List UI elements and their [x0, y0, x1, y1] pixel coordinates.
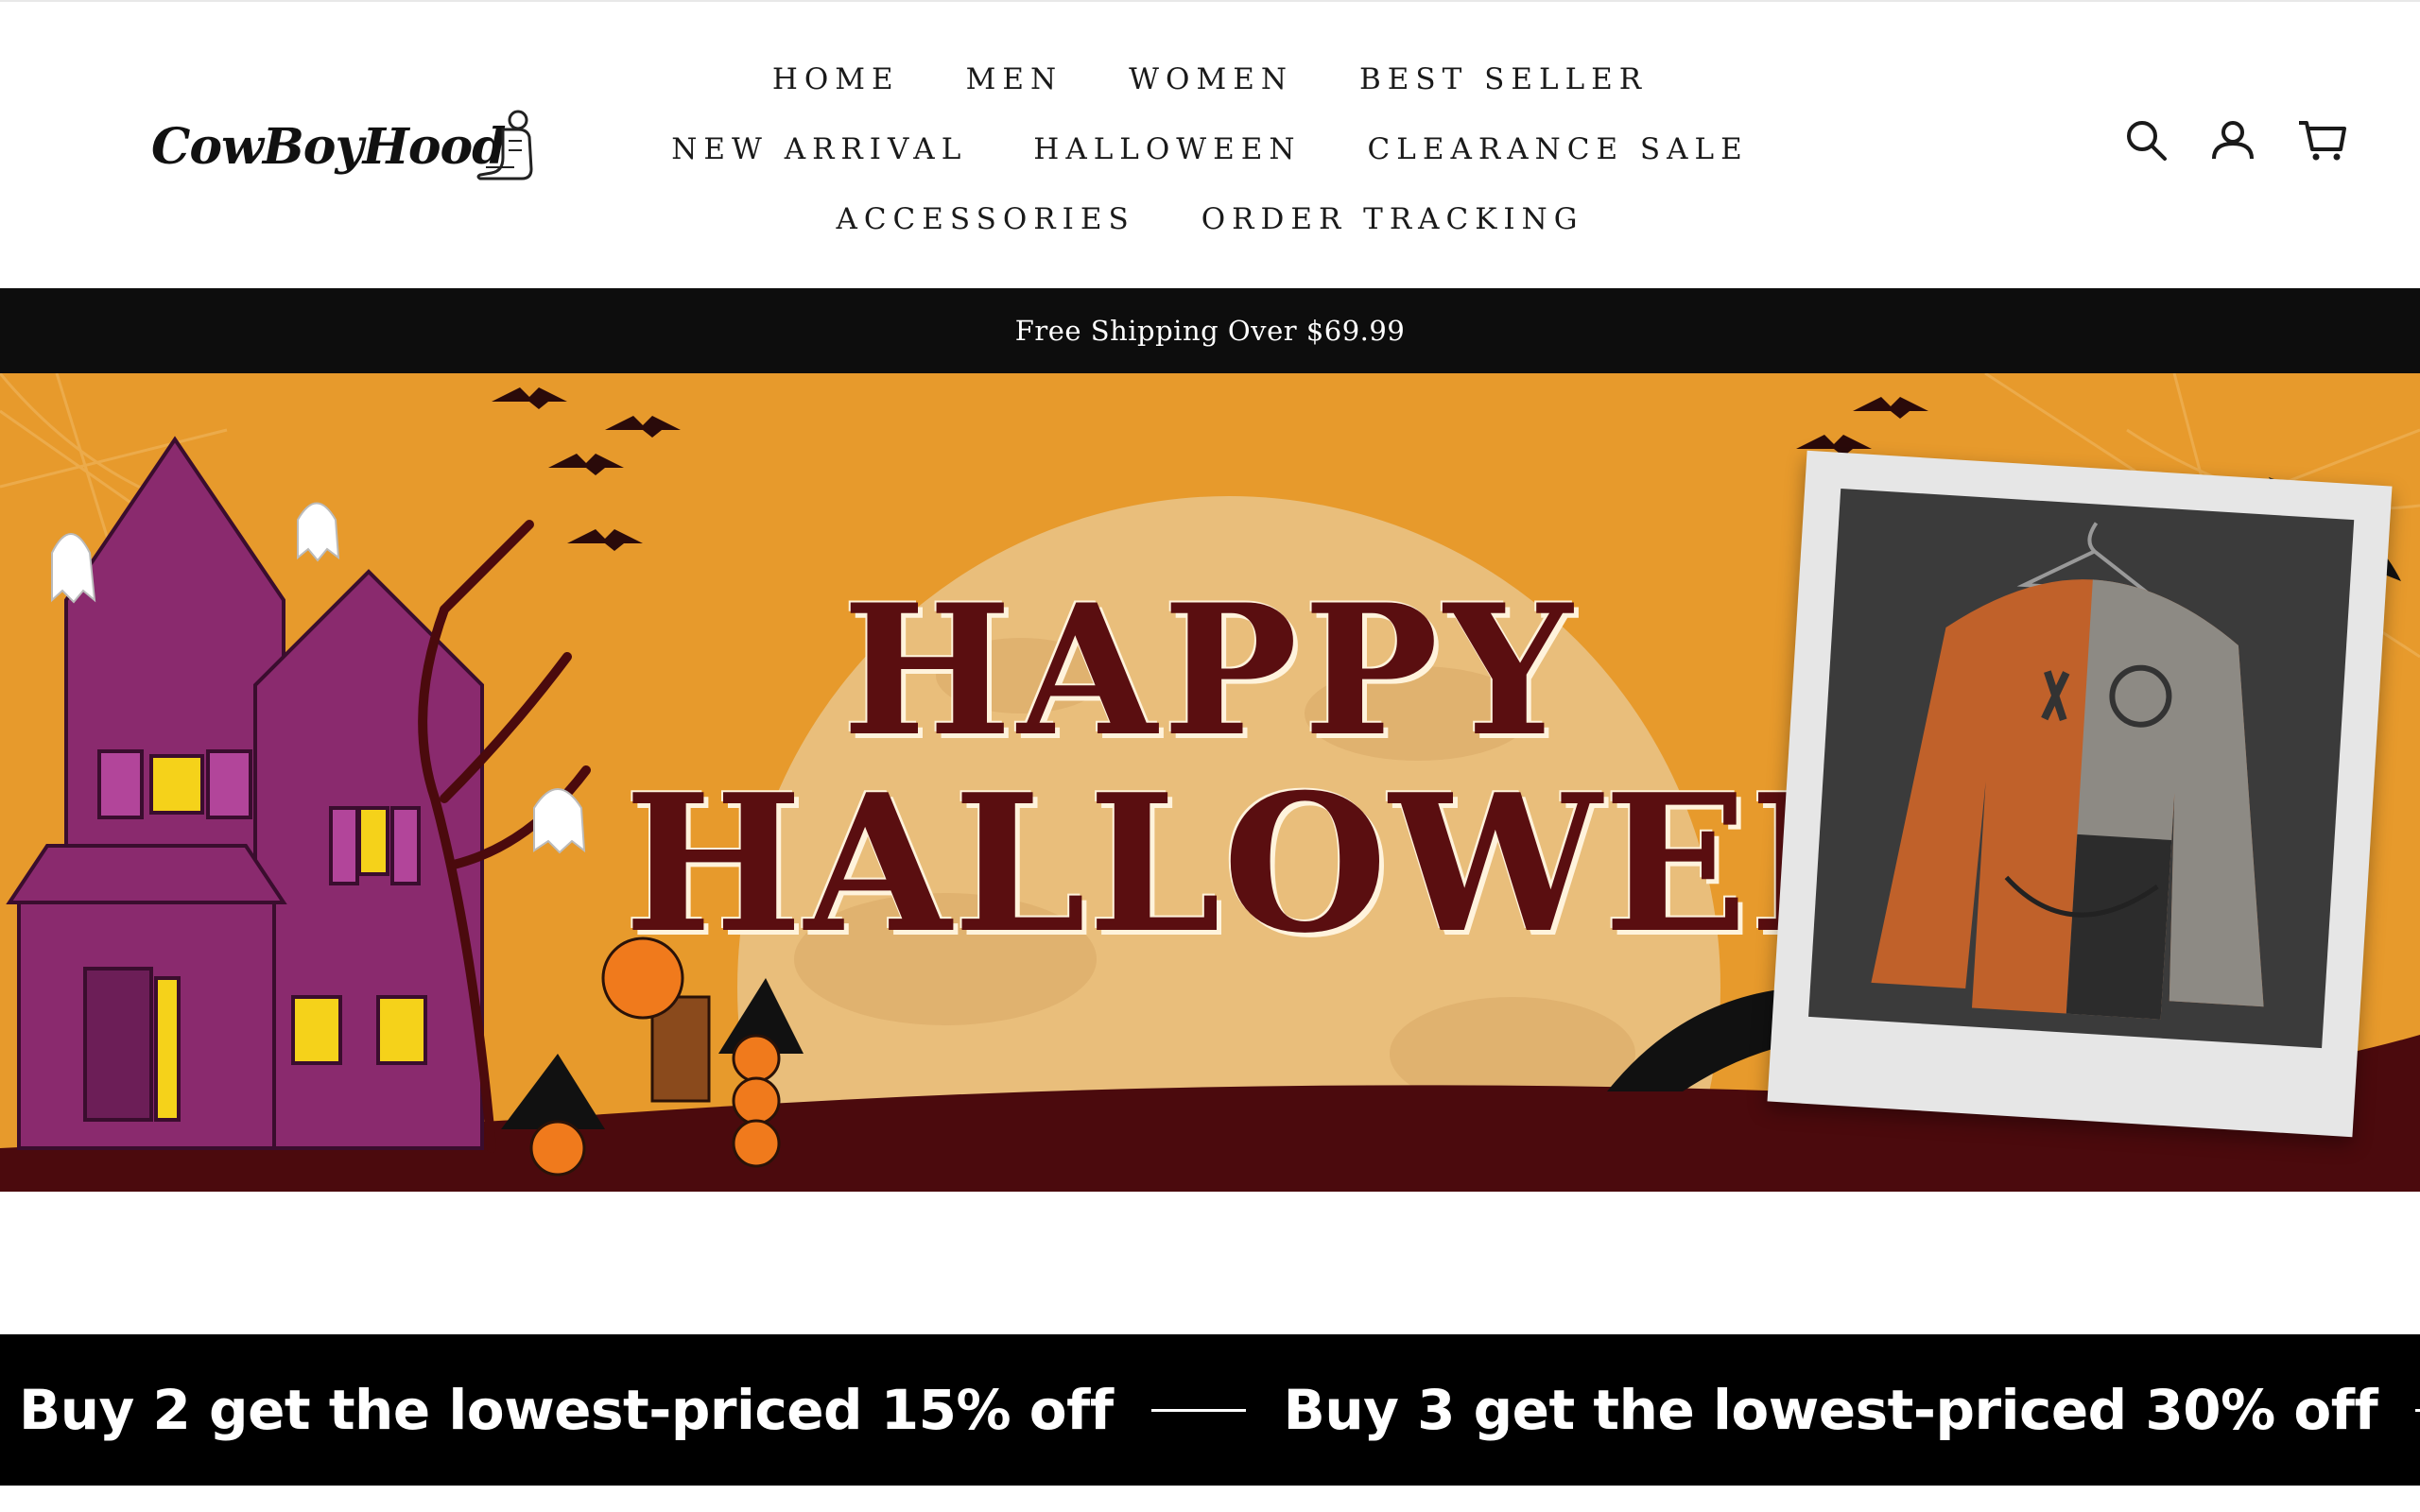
account-icon[interactable] — [2210, 117, 2256, 163]
site-header: CowBoyHood HOME MEN WOMEN BEST SELLER NE… — [0, 0, 2420, 288]
hero-banner[interactable]: HAPPY HALLOWEEN — [0, 373, 2420, 1192]
nav-order-tracking[interactable]: ORDER TRACKING — [1201, 202, 1584, 236]
nav-row-1: HOME MEN WOMEN BEST SELLER — [662, 44, 1758, 114]
cowboy-boot-icon — [476, 110, 533, 180]
nav-accessories[interactable]: ACCESSORIES — [836, 202, 1134, 236]
brand-logo[interactable]: CowBoyHood — [142, 101, 548, 196]
hero-line-1: HAPPY — [841, 565, 1579, 776]
cart-icon[interactable] — [2297, 117, 2346, 163]
announcement-text: Free Shipping Over $69.99 — [1014, 315, 1406, 347]
announcement-bar: Free Shipping Over $69.99 — [0, 288, 2420, 373]
nav-clearance-sale[interactable]: CLEARANCE SALE — [1368, 132, 1749, 166]
promo-text-2: Buy 3 get the lowest-priced 30% off — [1283, 1378, 2378, 1442]
nav-row-3: ACCESSORIES ORDER TRACKING — [662, 184, 1758, 254]
nav-row-2: NEW ARRIVAL HALLOWEEN CLEARANCE SALE — [662, 114, 1758, 184]
promo-separator — [2415, 1408, 2420, 1412]
hero-headline: HAPPY HALLOWEEN — [624, 565, 2070, 975]
nav-new-arrival[interactable]: NEW ARRIVAL — [671, 132, 967, 166]
promo-text-1: Buy 2 get the lowest-priced 15% off — [19, 1378, 1114, 1442]
promo-marquee: Buy 2 get the lowest-priced 15% off Buy … — [0, 1334, 2420, 1486]
nav-men[interactable]: MEN — [966, 62, 1063, 96]
nav-best-seller[interactable]: BEST SELLER — [1359, 62, 1648, 96]
nav-women[interactable]: WOMEN — [1129, 62, 1293, 96]
search-icon[interactable] — [2123, 117, 2169, 163]
nav-halloween[interactable]: HALLOWEEN — [1033, 132, 1301, 166]
promo-separator — [1150, 1408, 1246, 1412]
product-polaroid[interactable] — [1767, 450, 2393, 1138]
main-nav: HOME MEN WOMEN BEST SELLER NEW ARRIVAL H… — [662, 44, 1758, 254]
hero-line-2: HALLOWEEN — [624, 753, 2070, 975]
header-actions — [2123, 117, 2346, 163]
hoodie-product-image — [1808, 488, 2355, 1049]
brand-name: CowBoyHood — [151, 118, 507, 176]
nav-home[interactable]: HOME — [772, 62, 900, 96]
marquee-track: Buy 2 get the lowest-priced 15% off Buy … — [19, 1378, 2420, 1442]
